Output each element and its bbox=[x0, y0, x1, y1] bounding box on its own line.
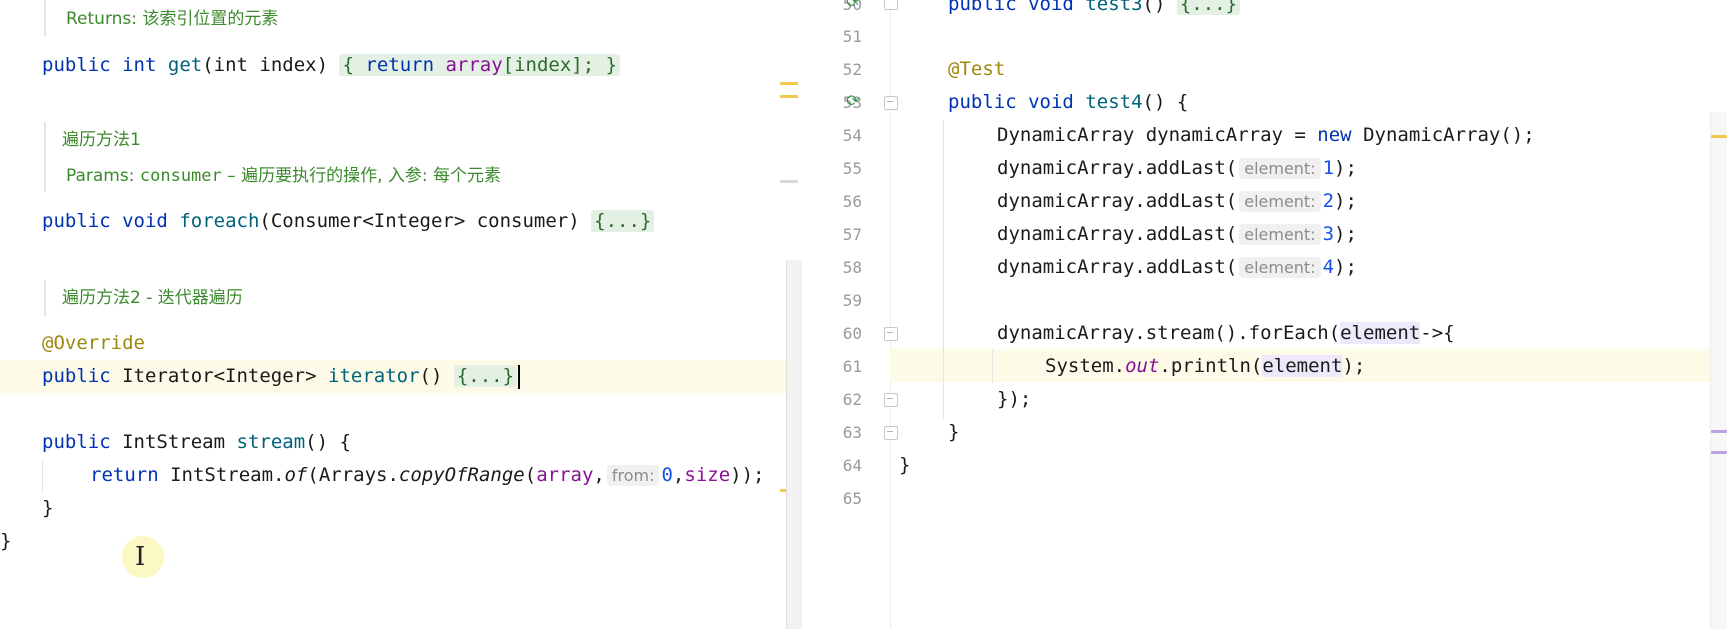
line-number: 55 bbox=[842, 159, 862, 178]
line-number: 56 bbox=[842, 192, 862, 211]
code-line-foreach-call[interactable]: dynamicArray.stream().forEach(element->{ bbox=[997, 317, 1455, 350]
code-line-addlast[interactable]: dynamicArray.addLast(element: 1); bbox=[997, 152, 1357, 185]
param-hint-from: from: bbox=[606, 465, 660, 486]
param-hint-element: element: bbox=[1239, 158, 1321, 179]
code-line-close-class[interactable]: } bbox=[0, 525, 11, 558]
code-line-test-annotation[interactable]: @Test bbox=[948, 53, 1005, 86]
param-hint-element: element: bbox=[1239, 224, 1321, 245]
pane-splitter[interactable] bbox=[786, 260, 803, 629]
line-number: 65 bbox=[842, 489, 862, 508]
right-editor-pane[interactable]: 50 51 52 53 54 55 56 57 58 59 60 61 62 6… bbox=[802, 0, 1727, 629]
line-number: 64 bbox=[842, 456, 862, 475]
line-number: 61 bbox=[842, 357, 862, 376]
fold-icon[interactable] bbox=[884, 327, 898, 341]
line-number: 59 bbox=[842, 291, 862, 310]
param-hint-element: element: bbox=[1239, 191, 1321, 212]
run-test-icon[interactable]: ⟳ bbox=[846, 0, 862, 10]
text-cursor-icon: I bbox=[122, 536, 164, 578]
fold-icon[interactable] bbox=[884, 0, 898, 10]
line-number: 54 bbox=[842, 126, 862, 145]
line-number: 57 bbox=[842, 225, 862, 244]
code-line-close-method[interactable]: } bbox=[42, 492, 53, 525]
scroll-marker-warning bbox=[1711, 135, 1727, 138]
code-line-return[interactable]: return IntStream.of(Arrays.copyOfRange(a… bbox=[90, 459, 764, 492]
code-line-test4[interactable]: public void test4() { bbox=[948, 86, 1188, 119]
code-line-close-method[interactable]: } bbox=[948, 416, 959, 449]
code-line-close-lambda[interactable]: }); bbox=[997, 383, 1031, 416]
fold-icon[interactable] bbox=[884, 393, 898, 407]
code-line-addlast[interactable]: dynamicArray.addLast(element: 3); bbox=[997, 218, 1357, 251]
code-line-new-array[interactable]: DynamicArray dynamicArray = new DynamicA… bbox=[997, 119, 1535, 152]
doc-foreach-title: 遍历方法1 bbox=[62, 130, 141, 150]
indent-guide bbox=[42, 460, 43, 494]
line-number: 63 bbox=[842, 423, 862, 442]
doc-foreach-params: Params: consumer – 遍历要执行的操作, 入参: 每个元素 bbox=[66, 166, 502, 186]
scroll-marker-usage bbox=[1711, 430, 1727, 433]
param-hint-element: element: bbox=[1239, 257, 1321, 278]
code-line-test3[interactable]: public void test3() {...} bbox=[948, 0, 1241, 21]
doc-iterator-title: 遍历方法2 - 迭代器遍历 bbox=[62, 288, 243, 308]
line-number: 62 bbox=[842, 390, 862, 409]
indent-guide bbox=[992, 350, 993, 383]
run-test-icon[interactable]: ⟳ bbox=[846, 93, 862, 109]
code-line-override[interactable]: @Override bbox=[42, 327, 145, 360]
line-number: 58 bbox=[842, 258, 862, 277]
scroll-marker-warning bbox=[780, 82, 798, 85]
code-line-foreach[interactable]: public void foreach(Consumer<Integer> co… bbox=[42, 205, 655, 238]
scroll-marker-usage-2 bbox=[1711, 451, 1727, 454]
fold-icon[interactable] bbox=[884, 96, 898, 110]
fold-foreach[interactable]: {...} bbox=[591, 210, 655, 232]
fold-test3[interactable]: {...} bbox=[1176, 0, 1241, 15]
left-editor-pane[interactable]: Returns: 该索引位置的元素 public int get(int ind… bbox=[0, 0, 800, 629]
line-number: 60 bbox=[842, 324, 862, 343]
scroll-marker-warning-2 bbox=[780, 95, 798, 98]
indent-guide bbox=[943, 120, 944, 420]
line-number-gutter: 50 51 52 53 54 55 56 57 58 59 60 61 62 6… bbox=[802, 0, 898, 629]
fold-iterator[interactable]: {...} bbox=[453, 365, 518, 387]
text-caret bbox=[518, 364, 521, 389]
code-line-addlast[interactable]: dynamicArray.addLast(element: 2); bbox=[997, 185, 1357, 218]
code-line-iterator[interactable]: public Iterator<Integer> iterator() {...… bbox=[42, 360, 521, 393]
line-number: 51 bbox=[842, 27, 862, 46]
line-number: 52 bbox=[842, 60, 862, 79]
fold-icon[interactable] bbox=[884, 426, 898, 440]
code-line-addlast[interactable]: dynamicArray.addLast(element: 4); bbox=[997, 251, 1357, 284]
code-line-close-class[interactable]: } bbox=[899, 449, 910, 482]
code-line-stream[interactable]: public IntStream stream() { bbox=[42, 426, 351, 459]
code-line-get[interactable]: public int get(int index) { return array… bbox=[42, 49, 621, 82]
code-line-println[interactable]: System.out.println(element); bbox=[1045, 350, 1365, 383]
scroll-marker-info bbox=[780, 180, 798, 183]
vertical-scrollbar[interactable] bbox=[1710, 112, 1727, 629]
doc-returns: Returns: 该索引位置的元素 bbox=[66, 9, 279, 29]
